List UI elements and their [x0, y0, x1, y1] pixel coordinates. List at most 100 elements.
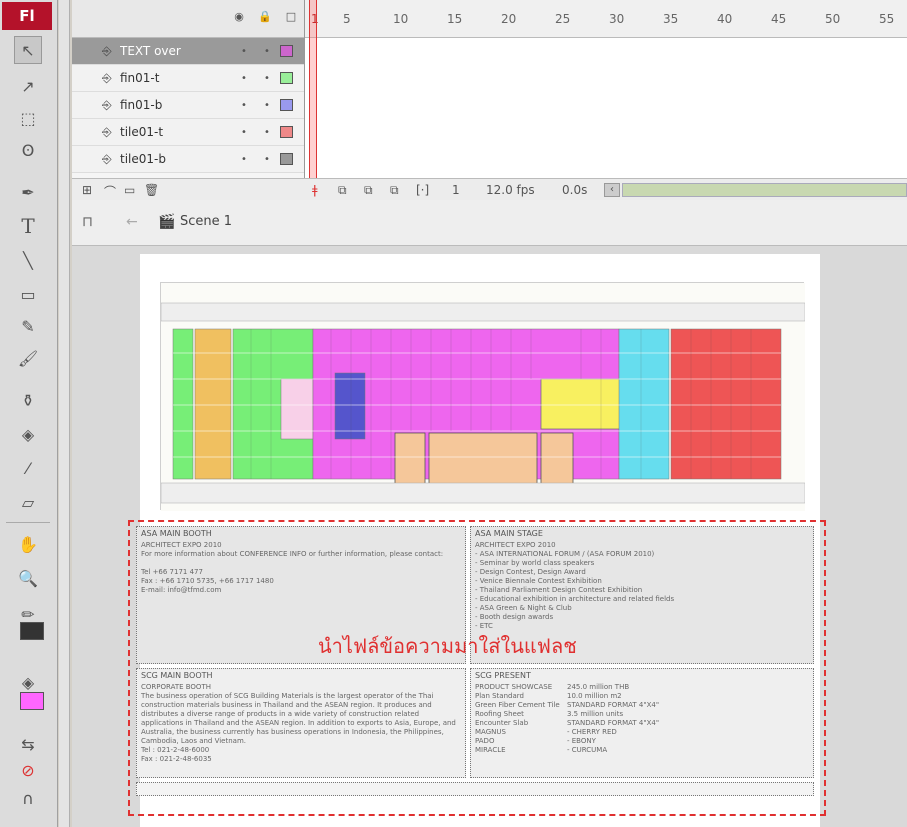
info-box-body: PRODUCT SHOWCASE Plan Standard Green Fib…	[475, 683, 560, 754]
insert-layer-icon[interactable]: ⊞	[82, 183, 92, 197]
ruler-number: 10	[393, 12, 409, 26]
playhead-marker-icon: ǂ	[312, 183, 318, 197]
ruler-number: 35	[663, 12, 679, 26]
text-tool-icon[interactable]: T	[14, 212, 42, 240]
free-transform-tool-icon[interactable]: ⬚	[14, 104, 42, 132]
scroll-left-arrow-icon[interactable]: ‹	[604, 183, 620, 197]
layer-row-text-over[interactable]: ⎆ TEXT over • •	[72, 38, 304, 65]
subselection-tool-icon[interactable]: ↗	[14, 72, 42, 100]
onion-outlines-icon[interactable]: ⧉	[390, 183, 399, 198]
ruler-number: 55	[879, 12, 895, 26]
info-box-scg-main-booth[interactable]: SCG MAIN BOOTH CORPORATE BOOTH The busin…	[136, 668, 466, 778]
playhead[interactable]	[309, 0, 317, 180]
layer-name: TEXT over	[120, 44, 181, 58]
zoom-tool-icon[interactable]: 🔍	[14, 564, 42, 592]
info-box-title: ASA MAIN BOOTH	[141, 529, 212, 538]
ink-bottle-tool-icon[interactable]: ⚱	[14, 386, 42, 414]
lock-dot[interactable]: •	[258, 100, 276, 111]
visibility-dot[interactable]: •	[230, 73, 258, 84]
pen-tool-icon[interactable]: ✒	[14, 178, 42, 206]
layer-row-tile01-t[interactable]: ⎆ tile01-t • •	[72, 119, 304, 146]
ruler-number: 45	[771, 12, 787, 26]
info-box-body: ARCHITECT EXPO 2010 For more information…	[141, 541, 444, 594]
layer-name: fin01-b	[120, 98, 163, 112]
layer-color-box[interactable]	[280, 72, 293, 84]
delete-layer-icon[interactable]: 🗑	[144, 183, 159, 197]
stage-canvas[interactable]: ASA MAIN BOOTH ARCHITECT EXPO 2010 For m…	[128, 254, 826, 827]
lock-dot[interactable]: •	[258, 73, 276, 84]
timeline-status-bar: ⊞ ⌒ ▭ 🗑 ǂ ⧉ ⧉ ⧉ [·] 1 12.0 fps 0.0s ‹	[72, 178, 907, 200]
layer-row-tile01-b[interactable]: ⎆ tile01-b • •	[72, 146, 304, 173]
paint-bucket-tool-icon[interactable]: ◈	[14, 420, 42, 448]
visibility-dot[interactable]: •	[230, 46, 258, 57]
frame-rate[interactable]: 12.0 fps	[486, 183, 535, 197]
hand-tool-icon[interactable]: ✋	[14, 530, 42, 558]
edit-bar: ⊓ ← 🎬 Scene 1	[72, 200, 907, 246]
floor-plan-drawing	[160, 283, 806, 511]
motion-guide-icon[interactable]: ⌒	[104, 183, 116, 200]
layer-page-icon: ⎆	[102, 70, 112, 85]
pencil-tool-icon[interactable]: ✎	[14, 312, 42, 340]
edit-multiple-frames-icon[interactable]: [·]	[416, 183, 429, 197]
fill-color-swatch[interactable]	[20, 692, 44, 710]
visibility-dot[interactable]: •	[230, 100, 258, 111]
lock-dot[interactable]: •	[258, 127, 276, 138]
horizontal-scrollbar[interactable]	[622, 183, 907, 197]
layer-color-box[interactable]	[280, 45, 293, 57]
panel-gutter	[59, 0, 70, 827]
current-frame: 1	[452, 183, 460, 197]
stroke-color-swatch[interactable]	[20, 622, 44, 640]
lock-dot[interactable]: •	[258, 46, 276, 57]
no-color-icon[interactable]: ⊘	[14, 756, 42, 784]
layer-page-icon: ⎆	[102, 124, 112, 139]
eyedropper-tool-icon[interactable]: ⁄	[14, 454, 42, 482]
show-hide-eye-icon[interactable]: ◉	[232, 10, 246, 24]
layer-page-icon: ⎆	[102, 151, 112, 166]
frames-grid[interactable]: 1 5 10 15 20 25 30 35 40 45 50 55	[304, 0, 907, 180]
brush-tool-icon[interactable]: 🖌	[14, 344, 42, 372]
layer-color-box[interactable]	[280, 99, 293, 111]
info-text-panel[interactable]: ASA MAIN BOOTH ARCHITECT EXPO 2010 For m…	[128, 520, 826, 816]
swap-colors-icon[interactable]: ⇆	[14, 730, 42, 758]
flash-logo: Fl	[2, 2, 52, 30]
layer-name: tile01-b	[120, 152, 166, 166]
visibility-dot[interactable]: •	[230, 154, 258, 165]
lock-icon[interactable]: 🔒	[258, 10, 272, 24]
layer-folder-icon[interactable]: ▭	[124, 183, 135, 197]
visibility-dot[interactable]: •	[230, 127, 258, 138]
selection-tool-icon[interactable]: ↖	[14, 36, 42, 64]
line-tool-icon[interactable]: ╲	[14, 246, 42, 274]
scene-clapper-icon: 🎬	[158, 214, 176, 230]
timeline-toggle-icon[interactable]: ⊓	[82, 214, 93, 230]
info-box-scg-present[interactable]: SCG PRESENT PRODUCT SHOWCASE Plan Standa…	[470, 668, 814, 778]
exhibition-floor-plan[interactable]	[160, 282, 806, 511]
layer-color-box[interactable]	[280, 153, 293, 165]
ruler-number: 15	[447, 12, 463, 26]
info-box-empty-row	[136, 782, 814, 796]
outline-square-icon[interactable]: □	[284, 10, 298, 24]
layer-row-fin01-t[interactable]: ⎆ fin01-t • •	[72, 65, 304, 92]
tools-panel: Fl ↖ ↗ ⬚ ʘ ✒ T ╲ ▭ ✎ 🖌 ⚱ ◈ ⁄ ▱ ✋ 🔍 ✏ ◈ ⇆…	[0, 0, 58, 827]
lasso-tool-icon[interactable]: ʘ	[14, 136, 42, 164]
snap-magnet-icon[interactable]: ∩	[14, 784, 42, 812]
info-box-title: ASA MAIN STAGE	[475, 529, 543, 538]
layer-color-box[interactable]	[280, 126, 293, 138]
stage-pasteboard: ASA MAIN BOOTH ARCHITECT EXPO 2010 For m…	[72, 246, 907, 827]
toolbar-divider	[6, 522, 50, 523]
layer-header: ◉ 🔒 □	[72, 0, 304, 38]
back-arrow-icon[interactable]: ←	[126, 214, 138, 230]
frame-ruler[interactable]: 1 5 10 15 20 25 30 35 40 45 50 55	[305, 0, 907, 38]
layer-name: tile01-t	[120, 125, 164, 139]
rectangle-tool-icon[interactable]: ▭	[14, 280, 42, 308]
ruler-number: 20	[501, 12, 517, 26]
center-frame-icon[interactable]: ⧉	[338, 183, 347, 198]
layer-page-icon: ⎆	[102, 97, 112, 112]
scene-breadcrumb[interactable]: Scene 1	[180, 214, 232, 229]
eraser-tool-icon[interactable]: ▱	[14, 488, 42, 516]
lock-dot[interactable]: •	[258, 154, 276, 165]
info-box-body: ARCHITECT EXPO 2010 - ASA INTERNATIONAL …	[475, 541, 675, 630]
info-box-title: SCG MAIN BOOTH	[141, 671, 213, 680]
onion-skin-icon[interactable]: ⧉	[364, 183, 373, 198]
layer-row-fin01-b[interactable]: ⎆ fin01-b • •	[72, 92, 304, 119]
ruler-number: 5	[343, 12, 351, 26]
